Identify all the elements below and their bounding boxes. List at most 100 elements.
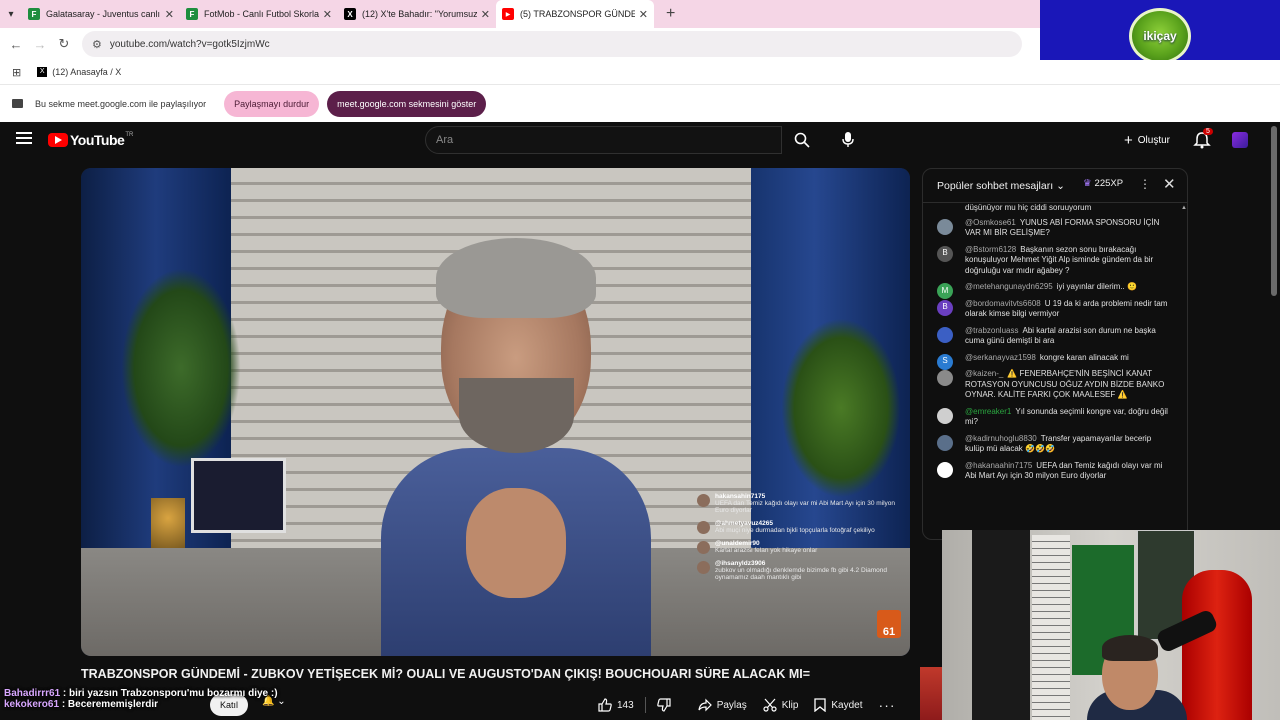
chat-author[interactable]: @emreaker1 bbox=[965, 407, 1011, 416]
chat-author[interactable]: @hakanaahin7175 bbox=[965, 461, 1032, 470]
tab-favicon-icon: F bbox=[28, 8, 40, 20]
chat-avatar[interactable]: M bbox=[937, 283, 953, 299]
chat-avatar[interactable] bbox=[937, 407, 953, 424]
tab-search-chevron-icon[interactable]: ▾ bbox=[0, 3, 22, 25]
chat-mode-label: Popüler sohbet mesajları bbox=[937, 179, 1054, 192]
video-player[interactable]: hakansahin7175 UEFA dan Temiz kağıdı olay… bbox=[81, 168, 910, 656]
site-info-icon[interactable]: ⚙ bbox=[92, 38, 102, 51]
video-chat-overlay: hakansahin7175 UEFA dan Temiz kağıdı olay… bbox=[695, 493, 905, 641]
chat-mode-dropdown[interactable]: Popüler sohbet mesajları ⌄ bbox=[937, 180, 1065, 192]
apps-grid-icon[interactable]: ⊞ bbox=[12, 66, 21, 79]
chat-more-icon[interactable]: ⋮ bbox=[1139, 177, 1151, 191]
stream-chat-ticker: Bahadirrr61 : biri yazsın Trabzonsporu'm… bbox=[4, 688, 724, 710]
ticker-text: : biri yazsın Trabzonsporu'mu bozarmı di… bbox=[62, 688, 278, 699]
browser-tab-strip: ▾ F Galatasaray - Juventus canlı sko ✕ F… bbox=[0, 0, 1040, 28]
chat-author[interactable]: @trabzonluass bbox=[965, 326, 1018, 335]
chat-text: kongre karan alinacak mi bbox=[1039, 352, 1129, 362]
chat-avatar[interactable] bbox=[937, 461, 953, 478]
search-button[interactable] bbox=[782, 126, 822, 154]
show-meet-tab-button[interactable]: meet.google.com sekmesini göster bbox=[327, 90, 487, 117]
ticker-line: Bahadirrr61 : biri yazsın Trabzonsporu'm… bbox=[4, 688, 724, 699]
chat-avatar[interactable]: B bbox=[937, 245, 953, 262]
tab-close-icon[interactable]: ✕ bbox=[165, 8, 174, 21]
back-arrow-icon[interactable]: ← bbox=[4, 37, 28, 52]
browser-tab-youtube[interactable]: ▶ (5) TRABZONSPOR GÜNDEM ✕ bbox=[496, 0, 654, 28]
chat-avatar[interactable]: S bbox=[937, 353, 953, 370]
chevron-down-icon: ⌄ bbox=[1056, 179, 1065, 192]
forward-arrow-icon[interactable]: → bbox=[28, 37, 52, 52]
live-chat-panel: Popüler sohbet mesajları ⌄ ♛ 225XP ⋮ ✕ ▲ … bbox=[922, 168, 1188, 540]
thumbnail-strip[interactable] bbox=[920, 667, 942, 720]
chat-author[interactable]: @kadirnuhoglu8830 bbox=[965, 434, 1037, 443]
browser-tab-galatasaray[interactable]: F Galatasaray - Juventus canlı sko ✕ bbox=[22, 0, 180, 28]
chat-avatar[interactable]: B bbox=[937, 299, 953, 316]
tab-title: FotMob - Canlı Futbol Skorları bbox=[204, 9, 319, 19]
overlay-user: @unaldemir90 bbox=[715, 540, 760, 547]
tab-favicon-icon: X bbox=[344, 8, 356, 20]
reload-icon[interactable]: ↻ bbox=[52, 36, 76, 52]
tab-close-icon[interactable]: ✕ bbox=[323, 8, 332, 21]
xp-value: 225XP bbox=[1094, 178, 1124, 189]
overlay-user: @ahmetyavuz4265 bbox=[715, 520, 774, 527]
page-scrollbar[interactable] bbox=[1271, 126, 1277, 296]
chat-author[interactable]: @metehangunaydn6295 bbox=[965, 282, 1053, 291]
youtube-wordmark: YouTube bbox=[70, 132, 125, 148]
notification-count-badge: 5 bbox=[1203, 128, 1213, 135]
browser-tab-fotmob[interactable]: F FotMob - Canlı Futbol Skorları ✕ bbox=[180, 0, 338, 28]
menu-hamburger-icon[interactable] bbox=[16, 132, 32, 144]
chat-message: @kaizen-_ ⚠️ FENERBAHÇE'NİN BEŞİNCİ KANAT… bbox=[937, 369, 1171, 401]
youtube-page: YouTube TR Ara + Oluştur 5 hakansahin717… bbox=[0, 122, 1280, 720]
chat-avatar[interactable] bbox=[937, 370, 953, 386]
presenter-beard bbox=[459, 378, 574, 453]
youtube-logo[interactable]: YouTube TR bbox=[48, 132, 133, 148]
overlay-text: UEFA dan Temiz kağıdı olayı var mi Abi M… bbox=[715, 500, 896, 514]
create-label: Oluştur bbox=[1137, 134, 1170, 146]
tab-favicon-icon: F bbox=[186, 8, 198, 20]
tab-close-icon[interactable]: ✕ bbox=[481, 8, 490, 21]
chat-message-continuation: düşünüyor mu hiç ciddi soruuyorum bbox=[965, 203, 1092, 212]
close-chat-icon[interactable]: ✕ bbox=[1163, 175, 1176, 193]
stop-sharing-button[interactable]: Paylaşmayı durdur bbox=[224, 90, 320, 117]
overlay-user: hakansahin7175 bbox=[715, 493, 766, 500]
clip-button[interactable]: Klip bbox=[755, 693, 807, 717]
url-field[interactable]: ⚙ youtube.com/watch?v=gotk5IzjmWc bbox=[82, 31, 1022, 57]
search-placeholder: Ara bbox=[436, 134, 454, 146]
pip-chair bbox=[1182, 570, 1252, 720]
video-scene-plant bbox=[121, 268, 241, 468]
video-scene-plant bbox=[781, 318, 901, 498]
pip-shelf bbox=[972, 530, 1030, 720]
chat-author[interactable]: @bordomavitvts6608 bbox=[965, 299, 1041, 308]
bookmark-item[interactable]: X (12) Anasayfa / X bbox=[37, 67, 121, 77]
clip-label: Klip bbox=[781, 699, 799, 711]
account-avatar[interactable] bbox=[1232, 132, 1248, 148]
overlay-text: Kartal arazisi felan yok hikaye onlar bbox=[715, 547, 818, 554]
more-actions-button[interactable]: ··· bbox=[871, 693, 904, 717]
crown-icon: ♛ bbox=[1083, 178, 1092, 189]
chat-author[interactable]: @Bstorm6128 bbox=[965, 245, 1016, 254]
voice-search-button[interactable] bbox=[834, 126, 862, 154]
scroll-up-icon[interactable]: ▲ bbox=[1181, 205, 1187, 211]
chat-header: Popüler sohbet mesajları ⌄ ♛ 225XP ⋮ ✕ bbox=[923, 169, 1187, 203]
create-button[interactable]: + Oluştur bbox=[1116, 128, 1178, 152]
search-input[interactable]: Ara bbox=[425, 126, 782, 154]
chat-avatar[interactable] bbox=[937, 326, 953, 343]
chat-author[interactable]: @serkanayvaz1598 bbox=[965, 353, 1036, 362]
save-button[interactable]: Kaydet bbox=[806, 693, 870, 717]
video-scene-frame bbox=[191, 458, 286, 533]
chat-author[interactable]: @Osmkose61 bbox=[965, 218, 1016, 227]
chat-avatar[interactable] bbox=[937, 434, 953, 451]
bookmarks-bar: ⊞ X (12) Anasayfa / X bbox=[0, 60, 1280, 84]
overlay-chat-item: hakansahin7175 UEFA dan Temiz kağıdı olay… bbox=[695, 493, 905, 514]
xp-badge[interactable]: ♛ 225XP bbox=[1083, 178, 1123, 189]
chat-avatar[interactable] bbox=[937, 218, 953, 235]
overlay-user: @ihsanyldz3906 bbox=[715, 560, 766, 567]
chat-author[interactable]: @kaizen-_ bbox=[965, 369, 1003, 378]
new-tab-plus-icon[interactable]: + bbox=[666, 5, 675, 23]
microphone-icon bbox=[842, 132, 854, 147]
tab-close-icon[interactable]: ✕ bbox=[639, 8, 648, 21]
browser-tab-x[interactable]: X (12) X'te Bahadır: "Yorumsuz... ✕ bbox=[338, 0, 496, 28]
webcam-overlay bbox=[942, 530, 1280, 720]
save-label: Kaydet bbox=[831, 699, 863, 711]
tab-title: (12) X'te Bahadır: "Yorumsuz... bbox=[362, 9, 477, 19]
ikicay-logo: ikiçay bbox=[1129, 7, 1191, 64]
